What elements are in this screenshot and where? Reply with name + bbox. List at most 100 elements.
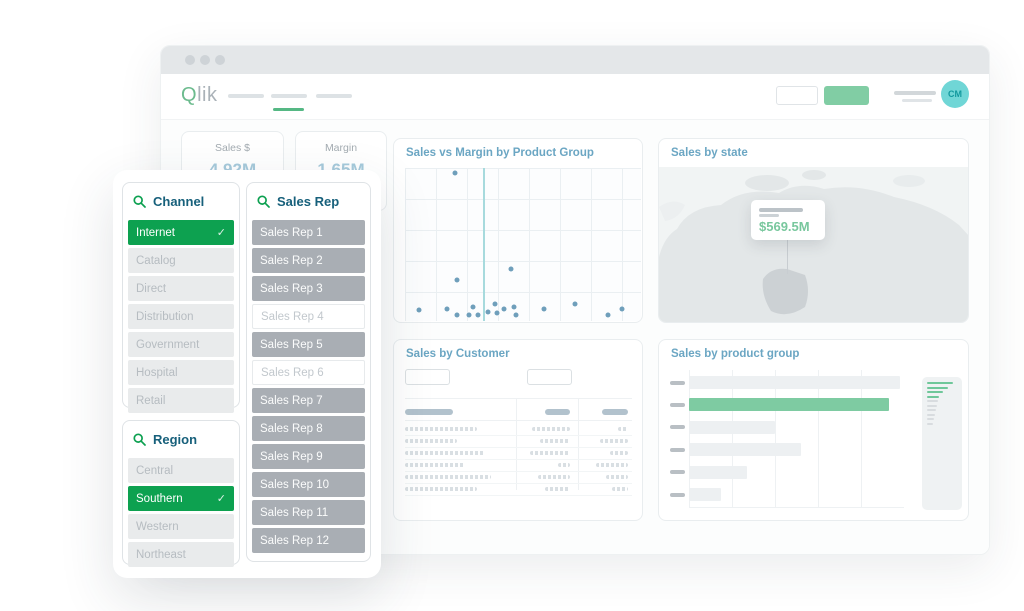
bar[interactable] [689, 421, 775, 434]
filter-value-sales-rep-8[interactable]: Sales Rep 8 [252, 416, 365, 441]
filter-value-sales-rep-10[interactable]: Sales Rep 10 [252, 472, 365, 497]
filter-value-label: Distribution [136, 311, 194, 323]
bar-category-placeholder [670, 493, 685, 497]
tooltip-sublabel-placeholder [759, 214, 779, 217]
filter-value-distribution[interactable]: Distribution [128, 304, 234, 329]
filter-value-sales-rep-11[interactable]: Sales Rep 11 [252, 500, 365, 525]
scatter-point[interactable] [445, 306, 450, 311]
table-cell-placeholder [405, 427, 477, 431]
filter-value-sales-rep-12[interactable]: Sales Rep 12 [252, 528, 365, 553]
scatter-point[interactable] [466, 312, 471, 317]
table-cell-placeholder [405, 475, 491, 479]
filter-panel-header: Channel [123, 183, 239, 219]
product-bar-chart-card: Sales by product group [658, 339, 969, 521]
window-dot-icon[interactable] [185, 55, 195, 65]
scatter-point[interactable] [605, 312, 610, 317]
search-icon [133, 433, 146, 446]
bar[interactable] [689, 443, 801, 456]
table-cell-placeholder [612, 487, 628, 491]
filter-value-central[interactable]: Central [128, 458, 234, 483]
map-tooltip: $569.5M [751, 200, 825, 240]
scatter-point[interactable] [502, 306, 507, 311]
bar[interactable] [689, 488, 721, 501]
bar-category-placeholder [670, 448, 685, 452]
filter-value-sales-rep-1[interactable]: Sales Rep 1 [252, 220, 365, 245]
row-divider [405, 459, 632, 460]
filter-value-label: Retail [136, 395, 165, 407]
scatter-plot[interactable] [405, 168, 641, 321]
chart-title: Sales vs Margin by Product Group [406, 147, 594, 159]
product-bar-plot[interactable] [689, 370, 904, 508]
scatter-point[interactable] [417, 308, 422, 313]
filter-value-label: Northeast [136, 549, 186, 561]
filter-value-retail[interactable]: Retail [128, 388, 234, 413]
primary-button[interactable] [824, 86, 869, 105]
nav-item-placeholder[interactable] [316, 94, 352, 98]
reference-line [483, 168, 485, 321]
scatter-point[interactable] [452, 170, 457, 175]
filter-value-catalog[interactable]: Catalog [128, 248, 234, 273]
check-icon: ✓ [217, 226, 226, 239]
secondary-button[interactable] [776, 86, 818, 105]
table-header-placeholder [405, 409, 453, 415]
filter-value-direct[interactable]: Direct [128, 276, 234, 301]
scatter-point[interactable] [509, 266, 514, 271]
filter-value-label: Catalog [136, 255, 176, 267]
window-dot-icon[interactable] [200, 55, 210, 65]
scatter-point[interactable] [454, 312, 459, 317]
bar[interactable] [689, 466, 747, 479]
scatter-point[interactable] [513, 312, 518, 317]
table-cell-placeholder [545, 487, 570, 491]
scatter-point[interactable] [572, 302, 577, 307]
filter-items: Sales Rep 1 Sales Rep 2 Sales Rep 3 Sales R… [252, 220, 365, 556]
filter-value-sales-rep-9[interactable]: Sales Rep 9 [252, 444, 365, 469]
table-filter-chip[interactable] [527, 369, 572, 385]
filter-value-southern[interactable]: Southern✓ [128, 486, 234, 511]
scatter-point[interactable] [476, 312, 481, 317]
filter-value-label: Sales Rep 12 [260, 535, 329, 547]
map-chart-card: Sales by state $569.5M [658, 138, 969, 323]
table-filter-chip[interactable] [405, 369, 450, 385]
filter-value-northeast[interactable]: Northeast [128, 542, 234, 567]
qlik-logo-rest: lik [197, 84, 217, 106]
filter-panel-sales-rep: Sales Rep Sales Rep 1Sales Rep 2Sales Re… [246, 182, 371, 562]
scatter-point[interactable] [492, 302, 497, 307]
bar[interactable] [689, 376, 900, 389]
table-cell-placeholder [405, 487, 477, 491]
bar-highlighted[interactable] [689, 398, 889, 411]
qlik-logo-q: Q [181, 84, 197, 106]
scatter-point[interactable] [485, 309, 490, 314]
scatter-point[interactable] [542, 306, 547, 311]
filter-value-sales-rep-7[interactable]: Sales Rep 7 [252, 388, 365, 413]
scatter-point[interactable] [511, 305, 516, 310]
scatter-point[interactable] [454, 277, 459, 282]
scatter-point[interactable] [471, 305, 476, 310]
filter-value-sales-rep-4[interactable]: Sales Rep 4 [252, 304, 365, 329]
filter-value-hospital[interactable]: Hospital [128, 360, 234, 385]
scatter-point[interactable] [620, 306, 625, 311]
chart-title: Sales by state [671, 147, 748, 159]
tooltip-label-placeholder [759, 208, 803, 212]
table-cell-placeholder [405, 463, 465, 467]
chart-legend-panel[interactable] [922, 377, 962, 510]
nav-item-placeholder[interactable] [228, 94, 264, 98]
filter-value-sales-rep-5[interactable]: Sales Rep 5 [252, 332, 365, 357]
bar-category-placeholder [670, 403, 685, 407]
filter-value-government[interactable]: Government [128, 332, 234, 357]
table-cell-placeholder [405, 451, 485, 455]
filter-value-sales-rep-2[interactable]: Sales Rep 2 [252, 248, 365, 273]
map-canvas[interactable] [659, 167, 968, 322]
filter-value-western[interactable]: Western [128, 514, 234, 539]
filter-value-label: Sales Rep 11 [260, 507, 328, 519]
scatter-point[interactable] [495, 311, 500, 316]
filter-panel-title: Sales Rep [277, 194, 339, 209]
avatar[interactable]: CM [941, 80, 969, 108]
filter-value-sales-rep-6[interactable]: Sales Rep 6 [252, 360, 365, 385]
filter-value-internet[interactable]: Internet✓ [128, 220, 234, 245]
filter-panel-title: Region [153, 432, 197, 447]
bar-category-placeholder [670, 425, 685, 429]
window-dot-icon[interactable] [215, 55, 225, 65]
table-cell-placeholder [558, 463, 570, 467]
filter-value-sales-rep-3[interactable]: Sales Rep 3 [252, 276, 365, 301]
nav-item-placeholder-active[interactable] [271, 94, 307, 98]
